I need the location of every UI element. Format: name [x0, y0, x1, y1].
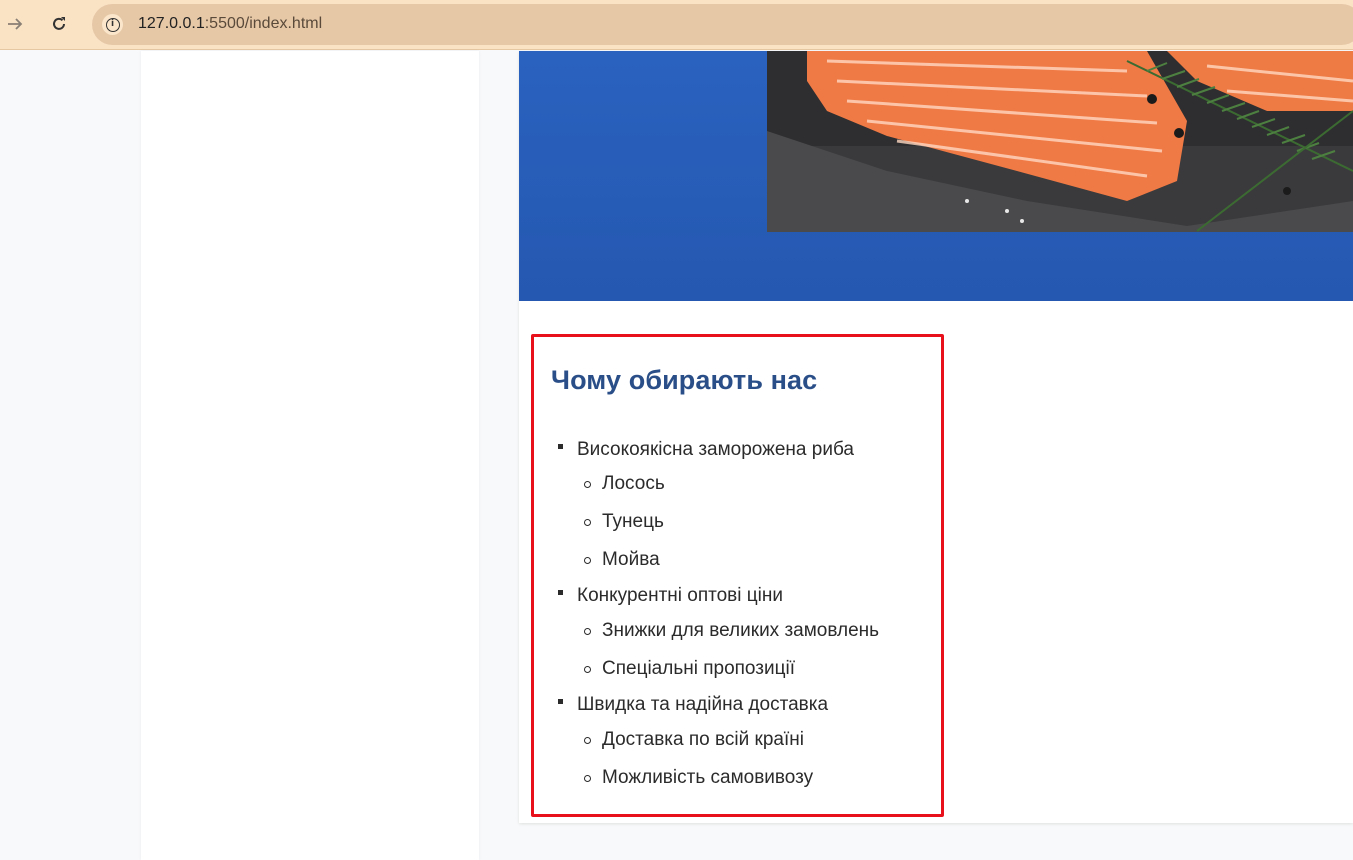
sub-list: Доставка по всій країні Можливість самов… [582, 721, 879, 797]
sub-list-item-label: Можливість самовивозу [602, 767, 814, 788]
sub-list: Знижки для великих замовлень Спеціальні … [582, 612, 879, 688]
url-host: 127.0.0.1 [138, 15, 205, 32]
circle-bullet-icon [584, 481, 591, 488]
sub-list-item-label: Лосось [602, 473, 665, 494]
list-item-label: Конкурентні оптові ціни [577, 585, 783, 606]
list-item: Швидка та надійна доставка Доставка по в… [557, 689, 879, 797]
sub-list-item-label: Спеціальні пропозиції [602, 658, 795, 679]
main-content: Чому обирають нас Високоякісна заморожен… [519, 51, 1353, 823]
circle-bullet-icon [584, 557, 591, 564]
reload-button[interactable] [44, 9, 74, 39]
square-bullet-icon [558, 699, 563, 704]
sub-list-item: Лосось [582, 465, 879, 503]
list-item-label: Високоякісна заморожена риба [577, 439, 854, 460]
sub-list-item: Спеціальні пропозиції [582, 650, 879, 688]
list-item: Високоякісна заморожена риба Лосось Туне… [557, 434, 879, 579]
page-viewport: Чому обирають нас Високоякісна заморожен… [0, 51, 1353, 860]
square-bullet-icon [558, 444, 563, 449]
url-path: :5500/index.html [204, 15, 323, 32]
square-bullet-icon [558, 590, 563, 595]
sub-list-item-label: Доставка по всій країні [602, 729, 804, 750]
sub-list-item: Доставка по всій країні [582, 721, 879, 759]
info-icon[interactable]: i [102, 14, 123, 35]
sub-list-item-label: Мойва [602, 549, 660, 570]
circle-bullet-icon [584, 628, 591, 635]
sub-list-item: Знижки для великих замовлень [582, 612, 879, 650]
sub-list-item-label: Знижки для великих замовлень [602, 620, 880, 641]
sub-list-item-label: Тунець [602, 511, 664, 532]
features-list: Високоякісна заморожена риба Лосось Туне… [557, 434, 879, 798]
list-item: Конкурентні оптові ціни Знижки для велик… [557, 580, 879, 688]
address-bar[interactable]: i 127.0.0.1:5500/index.html [92, 4, 1353, 45]
sub-list-item: Мойва [582, 541, 879, 579]
salmon-fillet-photo [767, 51, 1353, 232]
forward-button[interactable] [0, 9, 30, 39]
circle-bullet-icon [584, 737, 591, 744]
circle-bullet-icon [584, 519, 591, 526]
circle-bullet-icon [584, 775, 591, 782]
url-text[interactable]: 127.0.0.1:5500/index.html [138, 15, 322, 33]
why-choose-us-card: Чому обирають нас Високоякісна заморожен… [531, 334, 944, 817]
sidebar-panel [141, 51, 479, 860]
circle-bullet-icon [584, 666, 591, 673]
reload-icon [53, 17, 65, 30]
arrow-right-icon [8, 18, 23, 30]
sub-list-item: Тунець [582, 503, 879, 541]
section-title: Чому обирають нас [551, 365, 818, 395]
hero-banner [519, 51, 1353, 301]
sub-list: Лосось Тунець Мойва [582, 465, 879, 579]
list-item-label: Швидка та надійна доставка [577, 694, 829, 715]
browser-toolbar: i 127.0.0.1:5500/index.html [0, 0, 1353, 50]
sub-list-item: Можливість самовивозу [582, 759, 879, 797]
